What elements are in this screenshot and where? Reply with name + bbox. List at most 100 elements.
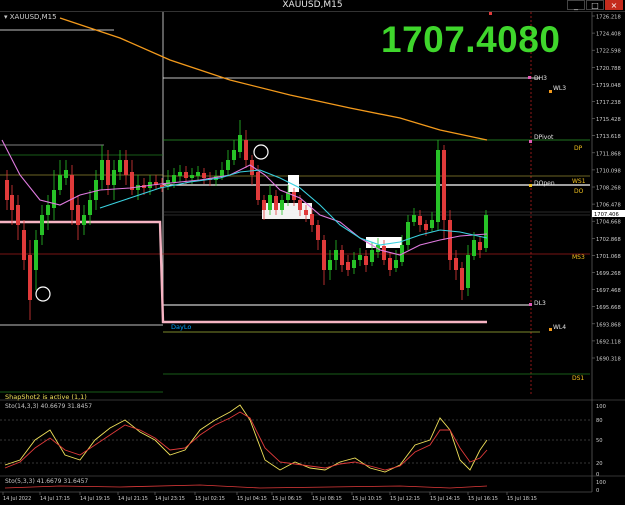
shapshot-status: ShapShot2 is active (1,1): [5, 393, 87, 401]
candle-body: [370, 250, 374, 262]
candle-body: [424, 224, 428, 230]
candle-body: [460, 268, 464, 290]
price-tick-label: 1726.218: [596, 15, 621, 21]
candle-body: [16, 205, 20, 225]
candle-body: [100, 160, 104, 180]
pivot-label: DO: [574, 188, 584, 195]
chart-window: XAUUSD,M15 _ □ × ▾ XAUUSD,M15 DH3 WL3 DPiv…: [0, 0, 625, 505]
pivot-marker: [549, 90, 552, 93]
candle-body: [124, 160, 128, 175]
pivot-label: MS3: [572, 254, 585, 261]
candle-body: [334, 250, 338, 260]
price-tick-label: 1699.268: [596, 271, 621, 277]
price-tick-label: 1715.428: [596, 117, 621, 123]
candles: [5, 120, 488, 320]
time-axis: 14 Jul 2022 14 Jul 17:15 14 Jul 19:15 14 Ju…: [0, 491, 592, 502]
candle-body: [40, 215, 44, 235]
candle-body: [454, 258, 458, 270]
candle-body: [190, 175, 194, 178]
pivot-label: DH3: [534, 75, 547, 82]
candle-body: [472, 240, 476, 256]
indicator-panes: 10080502001000: [0, 399, 625, 494]
zone-box: [288, 175, 299, 192]
candle-body: [82, 215, 86, 225]
candle-body: [256, 172, 260, 200]
price-tick-label: 1717.238: [596, 100, 621, 106]
pivot-label: WL4: [553, 324, 566, 331]
price-tick-label: 1710.098: [596, 168, 621, 174]
candle-body: [274, 196, 278, 210]
candle-body: [316, 225, 320, 240]
price-tick-label: 1719.048: [596, 83, 621, 89]
candle-body: [322, 240, 326, 270]
candle-body: [442, 150, 446, 220]
indicator-tick-label: 50: [596, 438, 603, 444]
pivot-marker: [529, 184, 532, 187]
time-tick-label: 15 Jul 14:15: [430, 496, 460, 502]
pivot-marker: [549, 328, 552, 331]
time-tick-label: 14 Jul 23:15: [155, 496, 185, 502]
candle-body: [166, 180, 170, 185]
indicator-tick-label: 100: [596, 404, 606, 410]
chart-grid: [162, 12, 532, 395]
time-tick-label: 15 Jul 18:15: [507, 496, 537, 502]
candle-body: [466, 255, 470, 288]
candle-body: [298, 200, 302, 210]
pivot-label: DL3: [534, 300, 546, 307]
candle-body: [388, 258, 392, 270]
candle-body: [178, 172, 182, 176]
candle-body: [310, 214, 314, 225]
candle-body: [436, 150, 440, 222]
stochastic2-label: Sto(5,3,3) 41.6679 31.6457: [5, 478, 89, 485]
highlight-circle: [35, 286, 51, 302]
time-tick-label: 14 Jul 21:15: [118, 496, 148, 502]
price-tick-label: 1706.478: [596, 203, 621, 209]
candle-body: [394, 260, 398, 268]
candle-body: [346, 262, 350, 270]
candle-body: [418, 216, 422, 225]
price-tick-label: 1720.788: [596, 66, 621, 72]
time-tick-label: 14 Jul 2022: [3, 496, 31, 502]
price-tick-label: 1695.668: [596, 305, 621, 311]
candle-body: [412, 215, 416, 222]
time-tick-label: 15 Jul 04:15: [237, 496, 267, 502]
candle-body: [196, 172, 200, 176]
candle-body: [106, 160, 110, 185]
candle-body: [352, 260, 356, 268]
day-low-label: DayLo: [171, 323, 192, 331]
pivot-label: DP: [574, 145, 583, 152]
price-tick-label: 1724.408: [596, 32, 621, 38]
time-tick-label: 14 Jul 17:15: [40, 496, 70, 502]
indicator-tick-label: 0: [596, 472, 599, 478]
candle-body: [88, 200, 92, 215]
candle-body: [430, 220, 434, 228]
pivot-label: WS1: [572, 178, 586, 185]
candle-body: [238, 135, 242, 152]
pivot-label: WL3: [553, 85, 566, 92]
candle-body: [448, 220, 452, 260]
candle-body: [202, 173, 206, 178]
candle-body: [5, 180, 9, 200]
indicator2-tick-label: 100: [596, 480, 606, 486]
candle-body: [70, 175, 74, 210]
candle-body: [172, 175, 176, 182]
current-price-tag-text: 1707.406: [594, 212, 619, 218]
time-tick-label: 15 Jul 16:15: [468, 496, 498, 502]
candle-body: [364, 256, 368, 265]
candle-body: [28, 255, 32, 300]
price-tick-label: 1711.868: [596, 151, 621, 157]
price-chart[interactable]: DH3 WL3 DPivot DP WS1 DOpen DO MS3 DL3 WL4 DS1 172…: [0, 0, 625, 505]
price-tick-label: 1713.618: [596, 134, 621, 140]
price-tick-label: 1701.068: [596, 254, 621, 260]
pivot-label: DPivot: [534, 134, 554, 141]
candle-body: [262, 200, 266, 210]
candle-body: [232, 150, 236, 160]
price-tick-label: 1697.468: [596, 288, 621, 294]
time-tick-label: 15 Jul 06:15: [272, 496, 302, 502]
candle-body: [280, 200, 284, 210]
candle-body: [220, 170, 224, 176]
current-price-display: 1707.4080: [381, 19, 561, 60]
candle-body: [226, 160, 230, 170]
time-tick-label: 15 Jul 02:15: [195, 496, 225, 502]
candle-body: [184, 172, 188, 178]
